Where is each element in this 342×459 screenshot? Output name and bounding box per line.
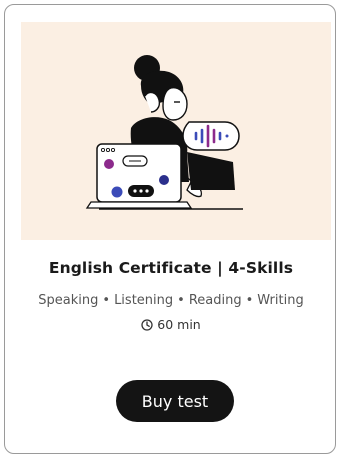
clock-icon	[141, 318, 153, 331]
card-title: English Certificate | 4-Skills	[48, 259, 294, 277]
skill-writing: Writing	[257, 293, 304, 308]
skill-reading: Reading	[188, 293, 242, 308]
buy-test-button[interactable]: Buy test	[116, 380, 234, 422]
duration-row: 60 min	[5, 317, 337, 332]
skill-separator: •	[177, 293, 185, 308]
woman-listening-laptop-illustration-icon	[85, 55, 243, 210]
skill-speaking: Speaking	[38, 293, 99, 308]
duration-text: 60 min	[157, 317, 201, 332]
skill-listening: Listening	[114, 293, 174, 308]
skill-separator: •	[245, 293, 254, 308]
skill-separator: •	[102, 293, 111, 308]
test-card: English Certificate | 4-Skills Speaking •…	[4, 4, 336, 454]
skills-list: Speaking • Listening • Reading • Writing	[5, 293, 337, 308]
illustration-image	[21, 22, 331, 240]
